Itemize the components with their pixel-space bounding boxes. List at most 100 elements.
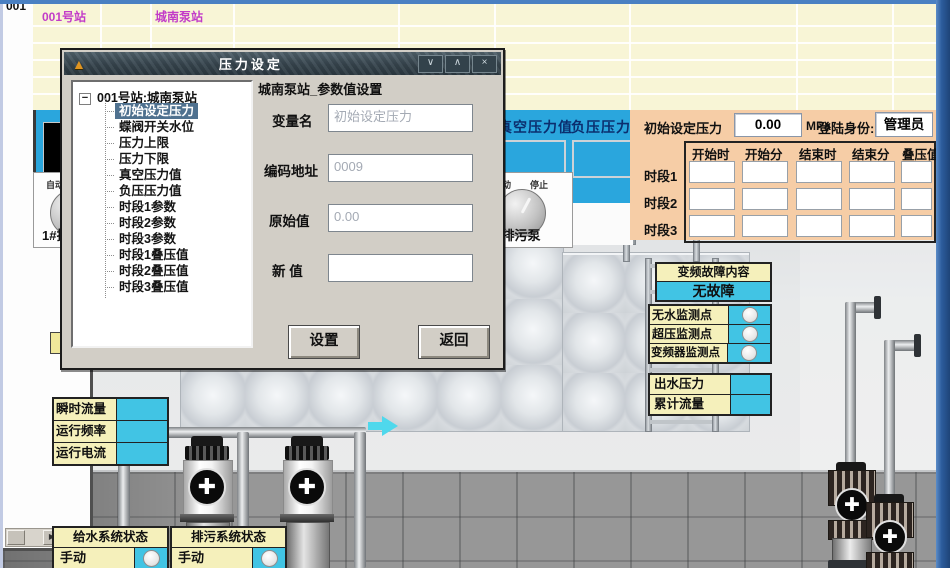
schedule-cell[interactable]: [901, 188, 932, 210]
tree-item-period3-overlay[interactable]: 时段3叠压值: [115, 279, 192, 295]
status-header: 给水系统状态: [54, 528, 167, 547]
booster-pump-2-graphic: ✚: [866, 494, 912, 568]
tree-item-negative-pressure[interactable]: 负压压力值: [115, 183, 186, 199]
initial-pressure-value[interactable]: 0.00: [734, 113, 802, 137]
pipe-flange: [914, 334, 921, 357]
maximize-button[interactable]: ∧: [445, 55, 470, 73]
tree-item-period1-overlay[interactable]: 时段1叠压值: [115, 247, 192, 263]
station-name-cell[interactable]: 城南泵站: [155, 8, 203, 25]
tree-connector-line: [105, 98, 106, 298]
pipe-vertical: [884, 340, 895, 510]
monitor-row: 无水监测点: [650, 306, 770, 324]
set-button[interactable]: 设置: [288, 325, 360, 359]
schedule-cell[interactable]: [742, 161, 788, 183]
pipe-vertical: [845, 302, 856, 470]
monitor-label: 变频器监测点: [650, 344, 728, 362]
tree-items: 初始设定压力 蝶阀开关水位 压力上限 压力下限 真空压力值 负压压力值 时段1参…: [115, 103, 198, 295]
negative-pressure-value-box: [572, 140, 634, 178]
parameter-tree: −001号站:城南泵站 初始设定压力 蝶阀开关水位 压力上限 压力下限 真空压力…: [71, 80, 253, 348]
schedule-cell[interactable]: [742, 188, 788, 210]
metric-label: 运行电流: [54, 443, 117, 464]
field-label-new: 新 值: [272, 260, 303, 280]
pump-base: [286, 522, 330, 568]
pipe-vertical: [354, 432, 366, 568]
row-period2: 时段2: [644, 193, 677, 212]
tree-collapse-icon[interactable]: −: [79, 93, 91, 105]
flow-arrow-head: [382, 416, 398, 436]
schedule-cell[interactable]: [689, 161, 735, 183]
pump-flange: [280, 514, 334, 522]
schedule-cell[interactable]: [849, 188, 895, 210]
row-period3: 时段3: [644, 220, 677, 239]
monitor-value-cell: [729, 306, 770, 324]
flow-arrow-shaft: [368, 422, 382, 430]
schedule-cell[interactable]: [849, 215, 895, 237]
mode-label: 手动: [54, 548, 135, 568]
tree-item-period3-param[interactable]: 时段3参数: [115, 231, 180, 247]
tree-item-initial-pressure[interactable]: 初始设定压力: [115, 103, 198, 119]
station-list-entry[interactable]: 001: [6, 4, 26, 13]
status-header: 排污系统状态: [172, 528, 285, 547]
scrollbar-thumb[interactable]: [7, 530, 25, 545]
dialog-titlebar[interactable]: ▲ 压力设定 ∨ ∧ ×: [64, 52, 501, 75]
mode-value-cell: [253, 548, 285, 568]
output-label: 出水压力: [650, 375, 731, 394]
metric-row: 运行电流: [54, 442, 167, 464]
monitor-value-cell: [728, 344, 770, 362]
vfd-fault-panel: 变频故障内容 无故障: [655, 262, 772, 302]
code-address-field[interactable]: 0009: [328, 154, 473, 182]
schedule-cell[interactable]: [689, 215, 735, 237]
tree-item-period2-param[interactable]: 时段2参数: [115, 215, 180, 231]
schedule-cell[interactable]: [901, 215, 932, 237]
tree-item-valve-level[interactable]: 蝶阀开关水位: [115, 119, 198, 135]
fault-header: 变频故障内容: [657, 264, 770, 281]
login-identity-value[interactable]: 管理员: [875, 112, 933, 137]
grid-line: [33, 25, 936, 27]
status-light-icon: [741, 345, 757, 361]
stop-label: 停止: [530, 178, 548, 191]
initial-pressure-label: 初始设定压力: [644, 118, 722, 137]
close-button[interactable]: ×: [472, 55, 497, 73]
field-label-variable: 变量名: [272, 110, 313, 130]
variable-name-field[interactable]: 初始设定压力: [328, 104, 473, 132]
schedule-cell[interactable]: [796, 188, 842, 210]
metric-value-cell: [117, 399, 167, 420]
schedule-cell[interactable]: [901, 161, 932, 183]
tree-item-period2-overlay[interactable]: 时段2叠压值: [115, 263, 192, 279]
output-table: 出水压力 累计流量: [648, 373, 772, 416]
schedule-cell[interactable]: [796, 161, 842, 183]
new-value-field[interactable]: [328, 254, 473, 282]
knob-pointer: [521, 197, 532, 213]
back-button[interactable]: 返回: [418, 325, 490, 359]
monitor-points-table: 无水监测点 超压监测点 变频器监测点: [648, 304, 772, 364]
schedule-cell[interactable]: [849, 161, 895, 183]
tree-item-pressure-lower[interactable]: 压力下限: [115, 151, 173, 167]
schedule-cell[interactable]: [689, 188, 735, 210]
output-row: 累计流量: [650, 394, 770, 414]
sewage-status-table: 排污系统状态 手动: [170, 526, 287, 568]
minimize-button[interactable]: ∨: [418, 55, 443, 73]
station-id-cell[interactable]: 001号站: [42, 8, 86, 25]
window-border-left: [0, 4, 3, 568]
metric-value-cell: [117, 421, 167, 442]
tree-item-vacuum-pressure[interactable]: 真空压力值: [115, 167, 186, 183]
sewage-pump-2-graphic: ✚: [283, 436, 331, 568]
tree-item-period1-param[interactable]: 时段1参数: [115, 199, 180, 215]
dialog-cone-icon: ▲: [72, 56, 86, 72]
status-light-icon: [261, 550, 278, 567]
parameter-panel: 初始设定压力 0.00 MPa 登陆身份: 管理员 开始时 开始分 结束时 结束…: [630, 110, 936, 240]
metrics-table: 瞬时流量 运行频率 运行电流: [52, 397, 169, 466]
schedule-cell[interactable]: [742, 215, 788, 237]
monitor-label: 超压监测点: [650, 325, 729, 343]
monitor-label: 无水监测点: [650, 306, 729, 324]
status-row: 手动: [54, 547, 167, 568]
fault-status: 无故障: [657, 281, 770, 300]
schedule-cell[interactable]: [796, 215, 842, 237]
original-value-field[interactable]: 0.00: [328, 204, 473, 232]
tree-item-pressure-upper[interactable]: 压力上限: [115, 135, 173, 151]
metric-row: 瞬时流量: [54, 399, 167, 420]
water-supply-status-table: 给水系统状态 手动: [52, 526, 169, 568]
mode-label: 手动: [172, 548, 253, 568]
metric-label: 瞬时流量: [54, 399, 117, 420]
vacuum-pressure-label: 真空压力值: [498, 117, 573, 137]
